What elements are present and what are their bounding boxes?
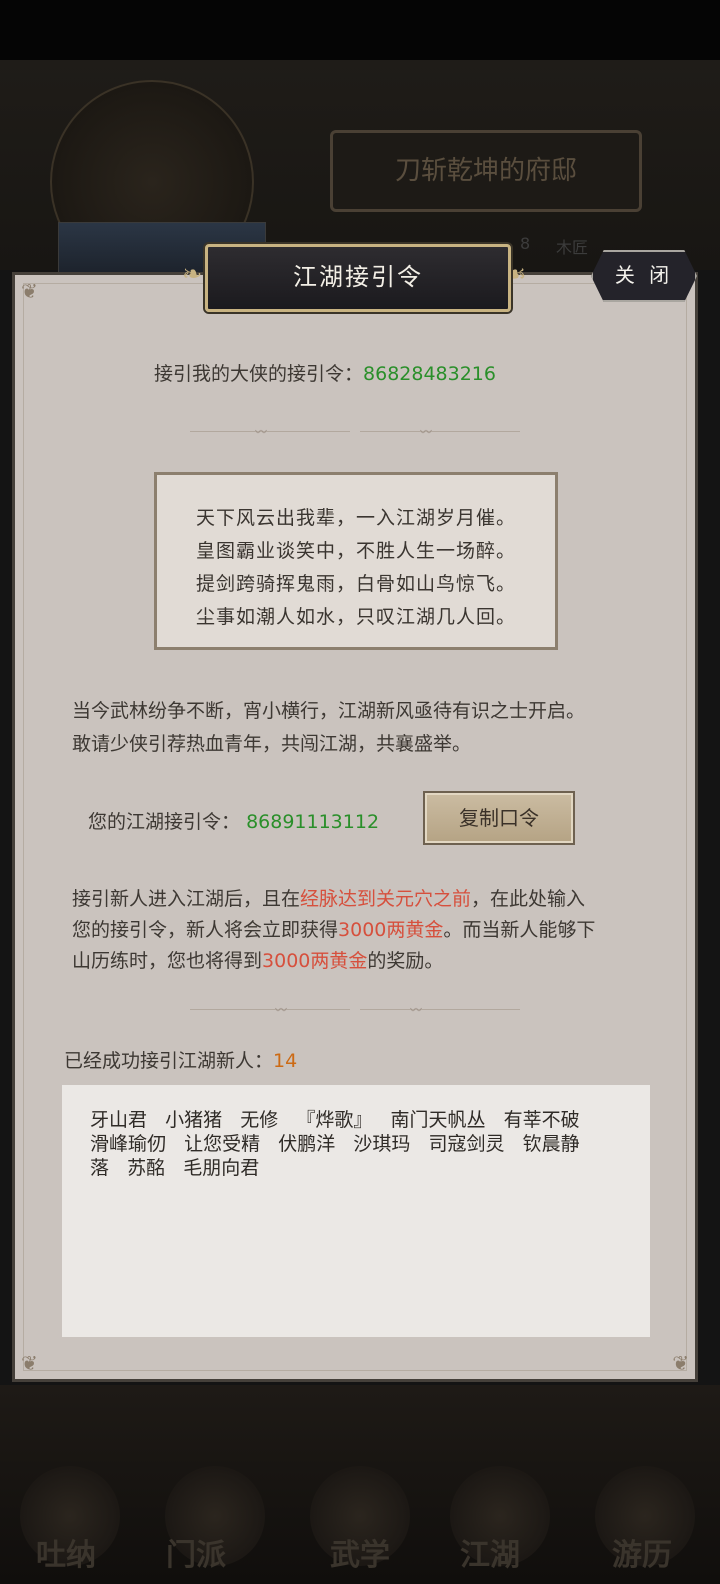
- nav-label-sect: 门派: [166, 1538, 226, 1573]
- my-code-row: 您的江湖接引令： 86891113112: [88, 807, 379, 834]
- rule-highlight: 3000两黄金: [262, 950, 368, 972]
- rule-line-3: 山历练时，您也将得到3000两黄金的奖励。: [72, 946, 443, 973]
- divider-flourish-icon: 〰: [275, 1003, 288, 1017]
- rule-text: ，在此处输入: [471, 888, 586, 910]
- title-ornament-left-icon: ❧: [182, 260, 203, 288]
- nav-label-travel: 游历: [612, 1538, 672, 1573]
- poem-line: 尘事如潮人如水，只叹江湖几人回。: [195, 606, 516, 628]
- rule-text: 您的接引令，新人将会立即获得: [72, 919, 339, 941]
- copy-code-button[interactable]: 复制口令: [423, 791, 575, 845]
- divider-flourish-icon: 〰: [255, 425, 268, 439]
- close-button[interactable]: 关 闭: [591, 250, 697, 302]
- my-code-label: 您的江湖接引令：: [88, 811, 241, 833]
- list-item: 牙山君 小猪猪 无修 『烨歌』 南门天帆丛 有莘不破: [90, 1109, 580, 1131]
- rule-text: 接引新人进入江湖后，且在: [72, 888, 301, 910]
- inviter-code-label: 接引我的大侠的接引令：: [154, 363, 364, 385]
- dialog-title: 江湖接引令: [293, 263, 423, 291]
- intro-line: 敢请少侠引荐热血青年，共闯江湖，共襄盛举。: [72, 733, 472, 755]
- nav-label-breathing: 吐纳: [36, 1538, 96, 1573]
- residence-name-plate: 刀斩乾坤的府邸: [330, 130, 642, 212]
- corner-ornament-icon: ❦: [21, 279, 38, 303]
- divider-flourish-icon: 〰: [420, 425, 433, 439]
- list-item: 落 苏酩 毛朋向君: [90, 1157, 260, 1179]
- divider: 〰 〰: [190, 425, 520, 439]
- dialog-title-plate: 江湖接引令: [205, 244, 511, 312]
- rule-text: 的奖励。: [367, 950, 444, 972]
- corner-ornament-icon: ❦: [21, 1351, 38, 1375]
- stat-value-partial: 8: [520, 234, 531, 253]
- poem-line: 提剑跨骑挥鬼雨，白骨如山鸟惊飞。: [195, 573, 516, 595]
- intro-line: 当今武林纷争不断，宵小横行，江湖新风亟待有识之士开启。: [72, 700, 586, 722]
- divider: 〰 〰: [190, 1003, 520, 1017]
- status-bar-area: [0, 0, 720, 60]
- inviter-code-row: 接引我的大侠的接引令：86828483216: [154, 359, 496, 386]
- rule-text: 。而当新人能够下: [443, 919, 596, 941]
- poem-line: 皇图霸业谈笑中，不胜人生一场醉。: [195, 540, 516, 562]
- rule-text: 山历练时，您也将得到: [72, 950, 263, 972]
- corner-ornament-icon: ❦: [672, 1351, 689, 1375]
- invited-count-value: 14: [273, 1050, 298, 1072]
- invited-names-list: 牙山君 小猪猪 无修 『烨歌』 南门天帆丛 有莘不破 滑峰瑜仞 让您受精 伏鹏洋…: [62, 1085, 650, 1337]
- list-item: 滑峰瑜仞 让您受精 伏鹏洋 沙琪玛 司寇剑灵 钦晨静: [90, 1133, 580, 1155]
- rule-line-2: 您的接引令，新人将会立即获得3000两黄金。而当新人能够下: [72, 915, 595, 942]
- nav-label-jianghu: 江湖: [460, 1538, 520, 1573]
- invited-count-label: 已经成功接引江湖新人：: [64, 1050, 274, 1072]
- my-code-value: 86891113112: [246, 811, 380, 833]
- inviter-code-value: 86828483216: [363, 363, 496, 385]
- stat-label-partial: 木匠: [556, 238, 589, 257]
- poem-box: 天下风云出我辈，一入江湖岁月催。 皇图霸业谈笑中，不胜人生一场醉。 提剑跨骑挥鬼…: [154, 472, 558, 650]
- invited-count-row: 已经成功接引江湖新人：14: [64, 1046, 297, 1073]
- rule-highlight: 3000两黄金: [338, 919, 444, 941]
- rule-line-1: 接引新人进入江湖后，且在经脉达到关元穴之前，在此处输入: [72, 884, 585, 911]
- rule-highlight: 经脉达到关元穴之前: [300, 888, 472, 910]
- poem-line: 天下风云出我辈，一入江湖岁月催。: [195, 507, 516, 529]
- divider-flourish-icon: 〰: [410, 1003, 423, 1017]
- nav-label-martial: 武学: [330, 1538, 390, 1573]
